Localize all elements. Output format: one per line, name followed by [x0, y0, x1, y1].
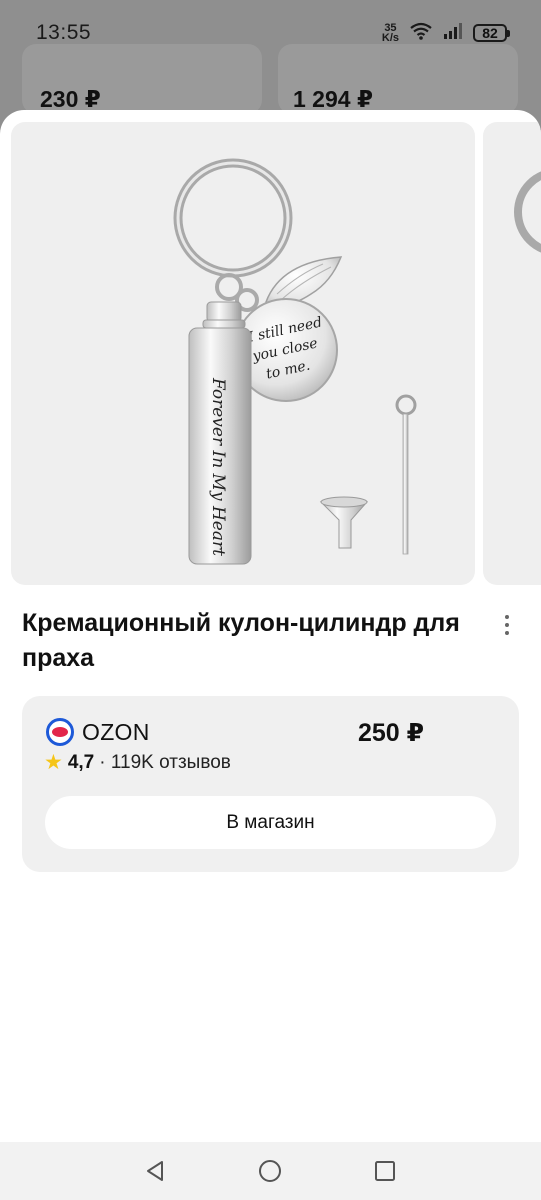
rating-value: 4,7: [67, 752, 95, 773]
battery-level: 82: [482, 25, 498, 41]
background-price-right: 1 294 ₽: [293, 86, 373, 112]
go-to-store-button[interactable]: В магазин: [45, 796, 496, 849]
ozon-logo-icon: [46, 718, 74, 746]
status-time: 13:55: [36, 21, 92, 44]
background-price-left: 230 ₽: [40, 86, 101, 112]
shop-row[interactable]: OZON: [46, 718, 150, 746]
star-icon: ★: [44, 751, 63, 774]
cylinder-engraving: Forever In My Heart: [208, 377, 228, 556]
system-nav-bar: [0, 1142, 541, 1200]
product-image[interactable]: I still need you close to me. Forever In…: [11, 122, 475, 585]
battery-icon: 82: [473, 24, 510, 42]
product-title: Кремационный кулон-цилиндр для праха: [22, 609, 460, 672]
status-icons: 35 K/s 82: [381, 20, 510, 46]
more-vertical-icon[interactable]: [494, 610, 520, 640]
home-circle-icon[interactable]: [255, 1156, 285, 1186]
net-speed-unit: K/s: [381, 32, 399, 44]
recents-square-icon[interactable]: [370, 1156, 400, 1186]
next-product-image[interactable]: [483, 122, 541, 585]
shop-name: OZON: [82, 718, 150, 745]
image-gallery[interactable]: I still need you close to me. Forever In…: [11, 122, 541, 585]
reviews-count: · 119K отзывов: [99, 752, 231, 773]
net-speed-indicator: 35 K/s: [381, 23, 399, 44]
offer-card: OZON 250 ₽ ★ 4,7 · 119K отзывов В магази…: [22, 696, 519, 872]
signal-icon: [443, 22, 463, 44]
offer-price: 250 ₽: [358, 719, 425, 747]
wifi-icon: [409, 21, 433, 46]
product-sheet: I still need you close to me. Forever In…: [0, 110, 541, 1142]
back-triangle-icon[interactable]: [140, 1156, 170, 1186]
rating-row: ★ 4,7 · 119K отзывов: [44, 752, 231, 774]
